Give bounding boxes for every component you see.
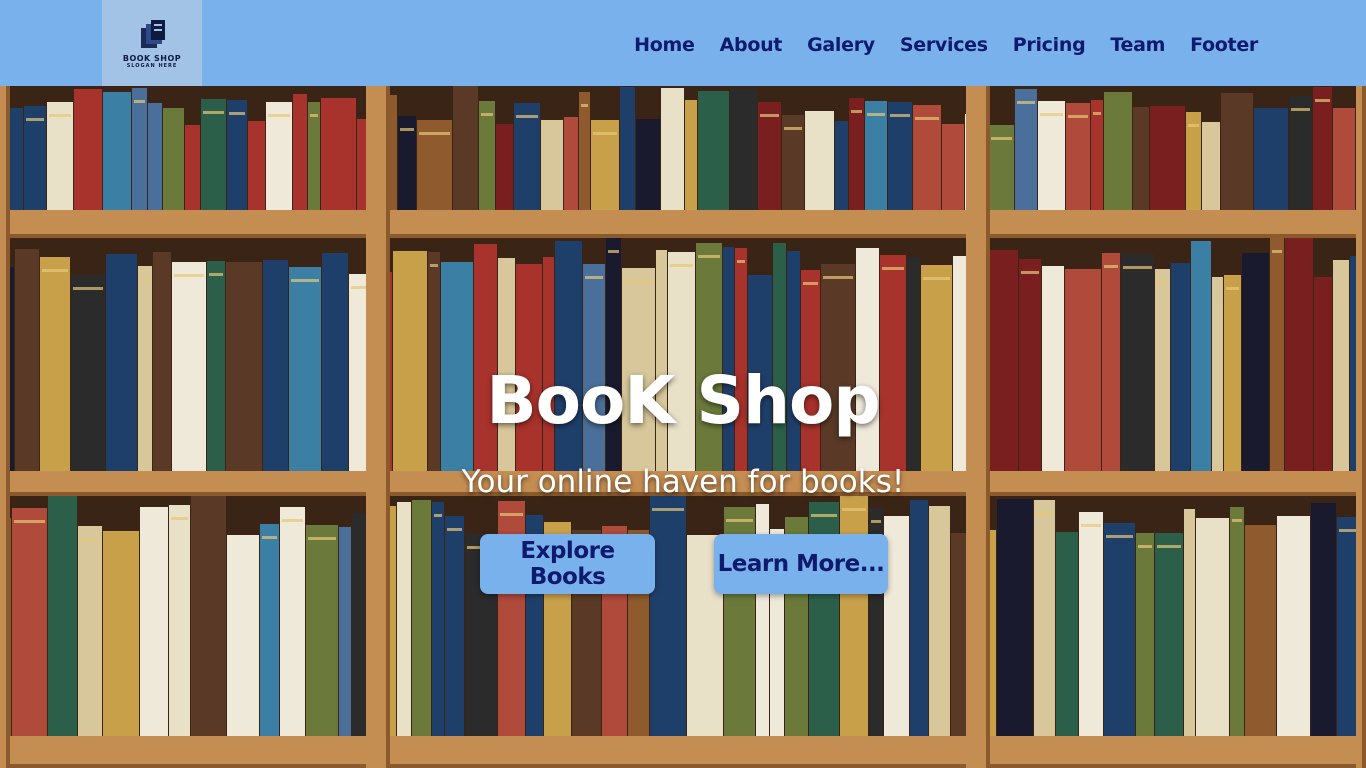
brand-name: BOOK SHOP xyxy=(122,53,182,63)
brand-slogan: SLOGAN HERE xyxy=(126,62,178,69)
books-stack-icon xyxy=(141,19,165,48)
nav-services[interactable]: Services xyxy=(900,34,988,56)
nav-pricing[interactable]: Pricing xyxy=(1013,34,1086,56)
navbar: BOOK SHOP SLOGAN HERE Home About Galery … xyxy=(0,0,1366,86)
brand-logo[interactable]: BOOK SHOP SLOGAN HERE xyxy=(102,0,202,86)
nav-about[interactable]: About xyxy=(720,34,783,56)
nav-team[interactable]: Team xyxy=(1110,34,1165,56)
main-nav: Home About Galery Services Pricing Team … xyxy=(634,34,1258,56)
nav-galery[interactable]: Galery xyxy=(807,34,875,56)
learn-more-button[interactable]: Learn More... xyxy=(714,534,888,594)
explore-books-button[interactable]: Explore Books xyxy=(480,534,655,594)
nav-footer[interactable]: Footer xyxy=(1190,34,1258,56)
nav-home[interactable]: Home xyxy=(634,34,695,56)
hero-section: BooK Shop Your online haven for books! E… xyxy=(0,86,1366,768)
hero-title: BooK Shop xyxy=(486,362,880,439)
hero-subtitle: Your online haven for books! xyxy=(461,464,905,500)
